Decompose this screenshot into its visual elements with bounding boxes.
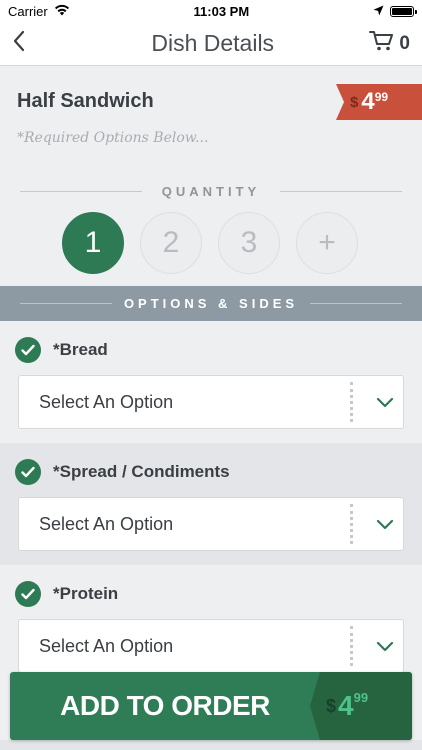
- option-title: *Spread / Condiments: [53, 462, 230, 481]
- quantity-divider: QUANTITY: [20, 184, 403, 199]
- wifi-icon: [54, 4, 70, 19]
- chevron-down-icon: [367, 641, 403, 652]
- options-section-header: OPTIONS & SIDES: [0, 286, 422, 321]
- page-title: Dish Details: [151, 30, 275, 56]
- status-bar: Carrier 11:03 PM: [0, 0, 422, 22]
- dish-header: Half Sandwich $ 4 99 *Required Options B…: [0, 66, 422, 286]
- required-note: *Required Options Below...: [17, 130, 209, 146]
- chevron-down-icon: [367, 397, 403, 408]
- price-main: 4: [361, 88, 375, 115]
- quantity-option-1[interactable]: 1: [62, 212, 124, 274]
- status-left: Carrier: [8, 4, 70, 19]
- chevron-left-icon: [12, 30, 26, 57]
- protein-select[interactable]: Select An Option: [18, 619, 404, 673]
- quantity-option-2[interactable]: 2: [140, 212, 202, 274]
- spread-select[interactable]: Select An Option: [18, 497, 404, 551]
- price-cents: 99: [374, 90, 389, 104]
- status-right: [373, 4, 417, 19]
- add-to-order-label: ADD TO ORDER: [60, 690, 270, 721]
- bread-select[interactable]: Select An Option: [18, 375, 404, 429]
- add-to-order-price: $ 4 99: [310, 672, 412, 740]
- select-value: Select An Option: [39, 513, 174, 534]
- select-divider: [350, 504, 353, 544]
- location-arrow-icon: [373, 4, 384, 19]
- add-price-cents: 99: [353, 690, 369, 705]
- select-value: Select An Option: [39, 635, 174, 656]
- option-spread: *Spread / Condiments Select An Option: [0, 443, 422, 565]
- quantity-more-button[interactable]: +: [296, 212, 358, 274]
- check-icon: [15, 337, 41, 363]
- add-to-order-button[interactable]: ADD TO ORDER $ 4 99: [10, 672, 412, 740]
- add-price-main: 4: [338, 690, 354, 721]
- quantity-label: QUANTITY: [161, 184, 261, 199]
- quantity-option-3[interactable]: 3: [218, 212, 280, 274]
- nav-bar: Dish Details 0: [0, 22, 422, 66]
- chevron-down-icon: [367, 519, 403, 530]
- option-title: *Protein: [53, 584, 119, 603]
- price-currency: $: [350, 93, 359, 111]
- price-tag: $ 4 99: [336, 84, 422, 120]
- carrier-label: Carrier: [8, 3, 48, 19]
- option-header: *Spread / Condiments: [15, 459, 404, 485]
- quantity-selector: 1 2 3 +: [62, 212, 358, 274]
- add-price-currency: $: [326, 695, 337, 716]
- battery-icon: [389, 5, 417, 17]
- option-header: *Bread: [15, 337, 404, 363]
- option-title: *Bread: [53, 340, 108, 359]
- check-icon: [15, 459, 41, 485]
- next-section-peek: [0, 740, 422, 750]
- status-time: 11:03 PM: [193, 3, 250, 19]
- back-button[interactable]: [12, 24, 56, 64]
- option-protein: *Protein Select An Option: [0, 565, 422, 687]
- option-bread: *Bread Select An Option: [0, 321, 422, 443]
- options-header-label: OPTIONS & SIDES: [123, 296, 299, 311]
- select-value: Select An Option: [39, 391, 174, 412]
- cart-button[interactable]: 0: [369, 30, 410, 58]
- dish-name: Half Sandwich: [17, 90, 154, 112]
- cart-count: 0: [399, 32, 410, 54]
- check-icon: [15, 581, 41, 607]
- select-divider: [350, 382, 353, 422]
- cart-icon: [369, 30, 395, 58]
- select-divider: [350, 626, 353, 666]
- option-header: *Protein: [15, 581, 404, 607]
